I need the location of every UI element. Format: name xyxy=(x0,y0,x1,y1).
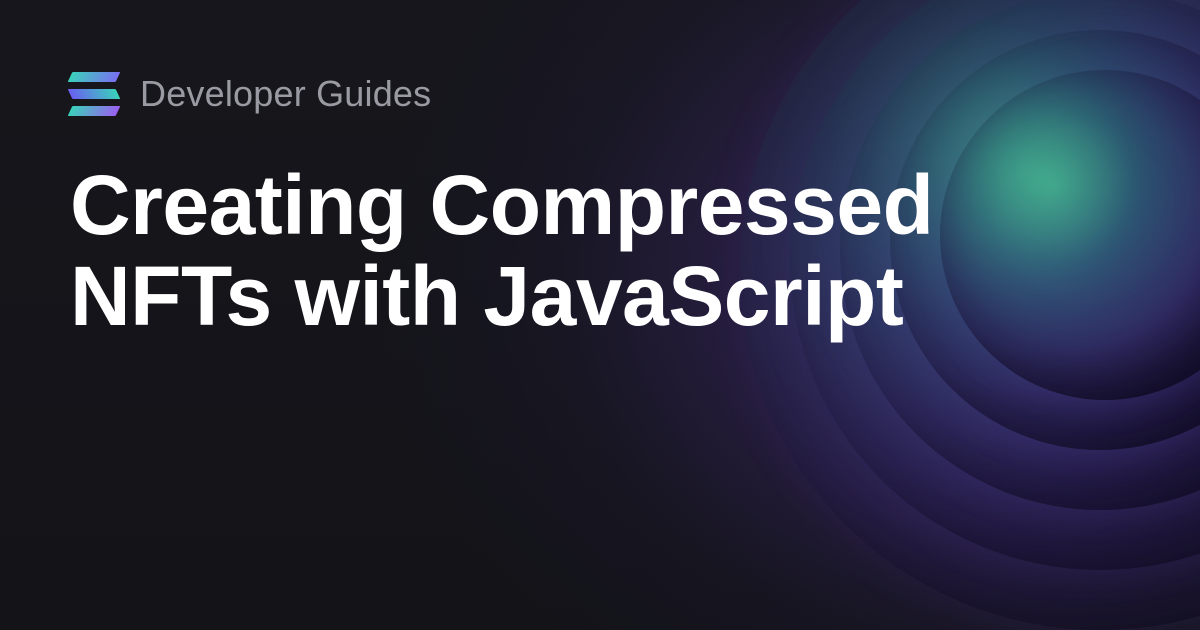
page-title: Creating Compressed NFTs with JavaScript xyxy=(70,160,1070,341)
eyebrow-label: Developer Guides xyxy=(140,73,431,115)
solana-logo-icon xyxy=(70,72,118,116)
header: Developer Guides xyxy=(70,72,1130,116)
content-area: Developer Guides Creating Compressed NFT… xyxy=(0,0,1200,630)
